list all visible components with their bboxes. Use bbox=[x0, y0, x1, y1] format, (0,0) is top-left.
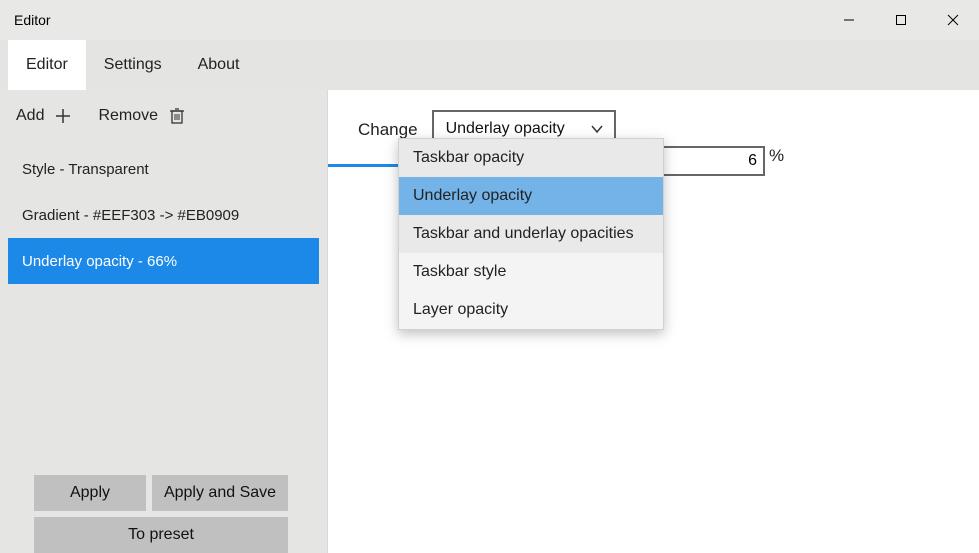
plus-icon bbox=[54, 107, 72, 125]
dropdown-item-label: Taskbar style bbox=[413, 263, 506, 281]
dropdown-item[interactable]: Underlay opacity bbox=[399, 177, 663, 215]
sidebar: Add Remove Style - Transparent Gradient … bbox=[0, 90, 328, 553]
to-preset-button[interactable]: To preset bbox=[34, 517, 288, 553]
accent-underline bbox=[328, 164, 402, 167]
button-label: To preset bbox=[128, 526, 194, 544]
titlebar: Editor bbox=[0, 0, 979, 40]
content-area: Change Underlay opacity 6 % Taskbar opac… bbox=[328, 90, 979, 553]
dropdown-item-label: Layer opacity bbox=[413, 301, 508, 319]
list-item-label: Gradient - #EEF303 -> #EB0909 bbox=[22, 207, 239, 224]
list-item[interactable]: Underlay opacity - 66% bbox=[8, 238, 319, 284]
trash-icon bbox=[168, 106, 186, 126]
tab-editor[interactable]: Editor bbox=[8, 40, 86, 90]
dropdown-item[interactable]: Taskbar opacity bbox=[399, 139, 663, 177]
apply-save-button[interactable]: Apply and Save bbox=[152, 475, 288, 511]
tab-label: Editor bbox=[26, 56, 68, 74]
window-controls bbox=[823, 0, 979, 40]
minimize-button[interactable] bbox=[823, 0, 875, 40]
dropdown-item-label: Taskbar and underlay opacities bbox=[413, 225, 634, 243]
sidebar-list: Style - Transparent Gradient - #EEF303 -… bbox=[0, 142, 327, 467]
window-title: Editor bbox=[14, 12, 51, 28]
sidebar-buttons: Apply Apply and Save To preset bbox=[0, 467, 327, 553]
button-label: Apply bbox=[70, 484, 110, 502]
main-area: Add Remove Style - Transparent Gradient … bbox=[0, 90, 979, 553]
list-item-label: Style - Transparent bbox=[22, 161, 149, 178]
list-item[interactable]: Style - Transparent bbox=[8, 146, 319, 192]
maximize-icon bbox=[895, 14, 907, 26]
remove-label: Remove bbox=[98, 107, 158, 125]
dropdown-item-label: Underlay opacity bbox=[413, 187, 532, 205]
tab-strip: Editor Settings About bbox=[0, 40, 979, 90]
value-input[interactable]: 6 bbox=[657, 146, 765, 176]
dropdown-item-label: Taskbar opacity bbox=[413, 149, 524, 167]
dropdown-item[interactable]: Taskbar style bbox=[399, 253, 663, 291]
add-label: Add bbox=[16, 107, 44, 125]
value-text: 6 bbox=[748, 152, 757, 170]
tab-settings[interactable]: Settings bbox=[86, 40, 180, 90]
remove-button[interactable]: Remove bbox=[98, 106, 186, 126]
tab-label: Settings bbox=[104, 56, 162, 74]
minimize-icon bbox=[843, 14, 855, 26]
list-item-label: Underlay opacity - 66% bbox=[22, 253, 177, 270]
dropdown-popup: Taskbar opacity Underlay opacity Taskbar… bbox=[398, 138, 664, 330]
maximize-button[interactable] bbox=[875, 0, 927, 40]
tab-label: About bbox=[198, 56, 240, 74]
list-item[interactable]: Gradient - #EEF303 -> #EB0909 bbox=[8, 192, 319, 238]
close-button[interactable] bbox=[927, 0, 979, 40]
change-label: Change bbox=[358, 118, 418, 140]
dropdown-item[interactable]: Layer opacity bbox=[399, 291, 663, 329]
percent-label: % bbox=[769, 146, 784, 166]
close-icon bbox=[947, 14, 959, 26]
apply-button[interactable]: Apply bbox=[34, 475, 146, 511]
tab-about[interactable]: About bbox=[180, 40, 258, 90]
sidebar-toolbar: Add Remove bbox=[0, 90, 327, 142]
select-value: Underlay opacity bbox=[446, 120, 565, 138]
add-button[interactable]: Add bbox=[16, 107, 72, 125]
dropdown-item[interactable]: Taskbar and underlay opacities bbox=[399, 215, 663, 253]
chevron-down-icon bbox=[590, 122, 604, 136]
button-label: Apply and Save bbox=[164, 484, 276, 502]
